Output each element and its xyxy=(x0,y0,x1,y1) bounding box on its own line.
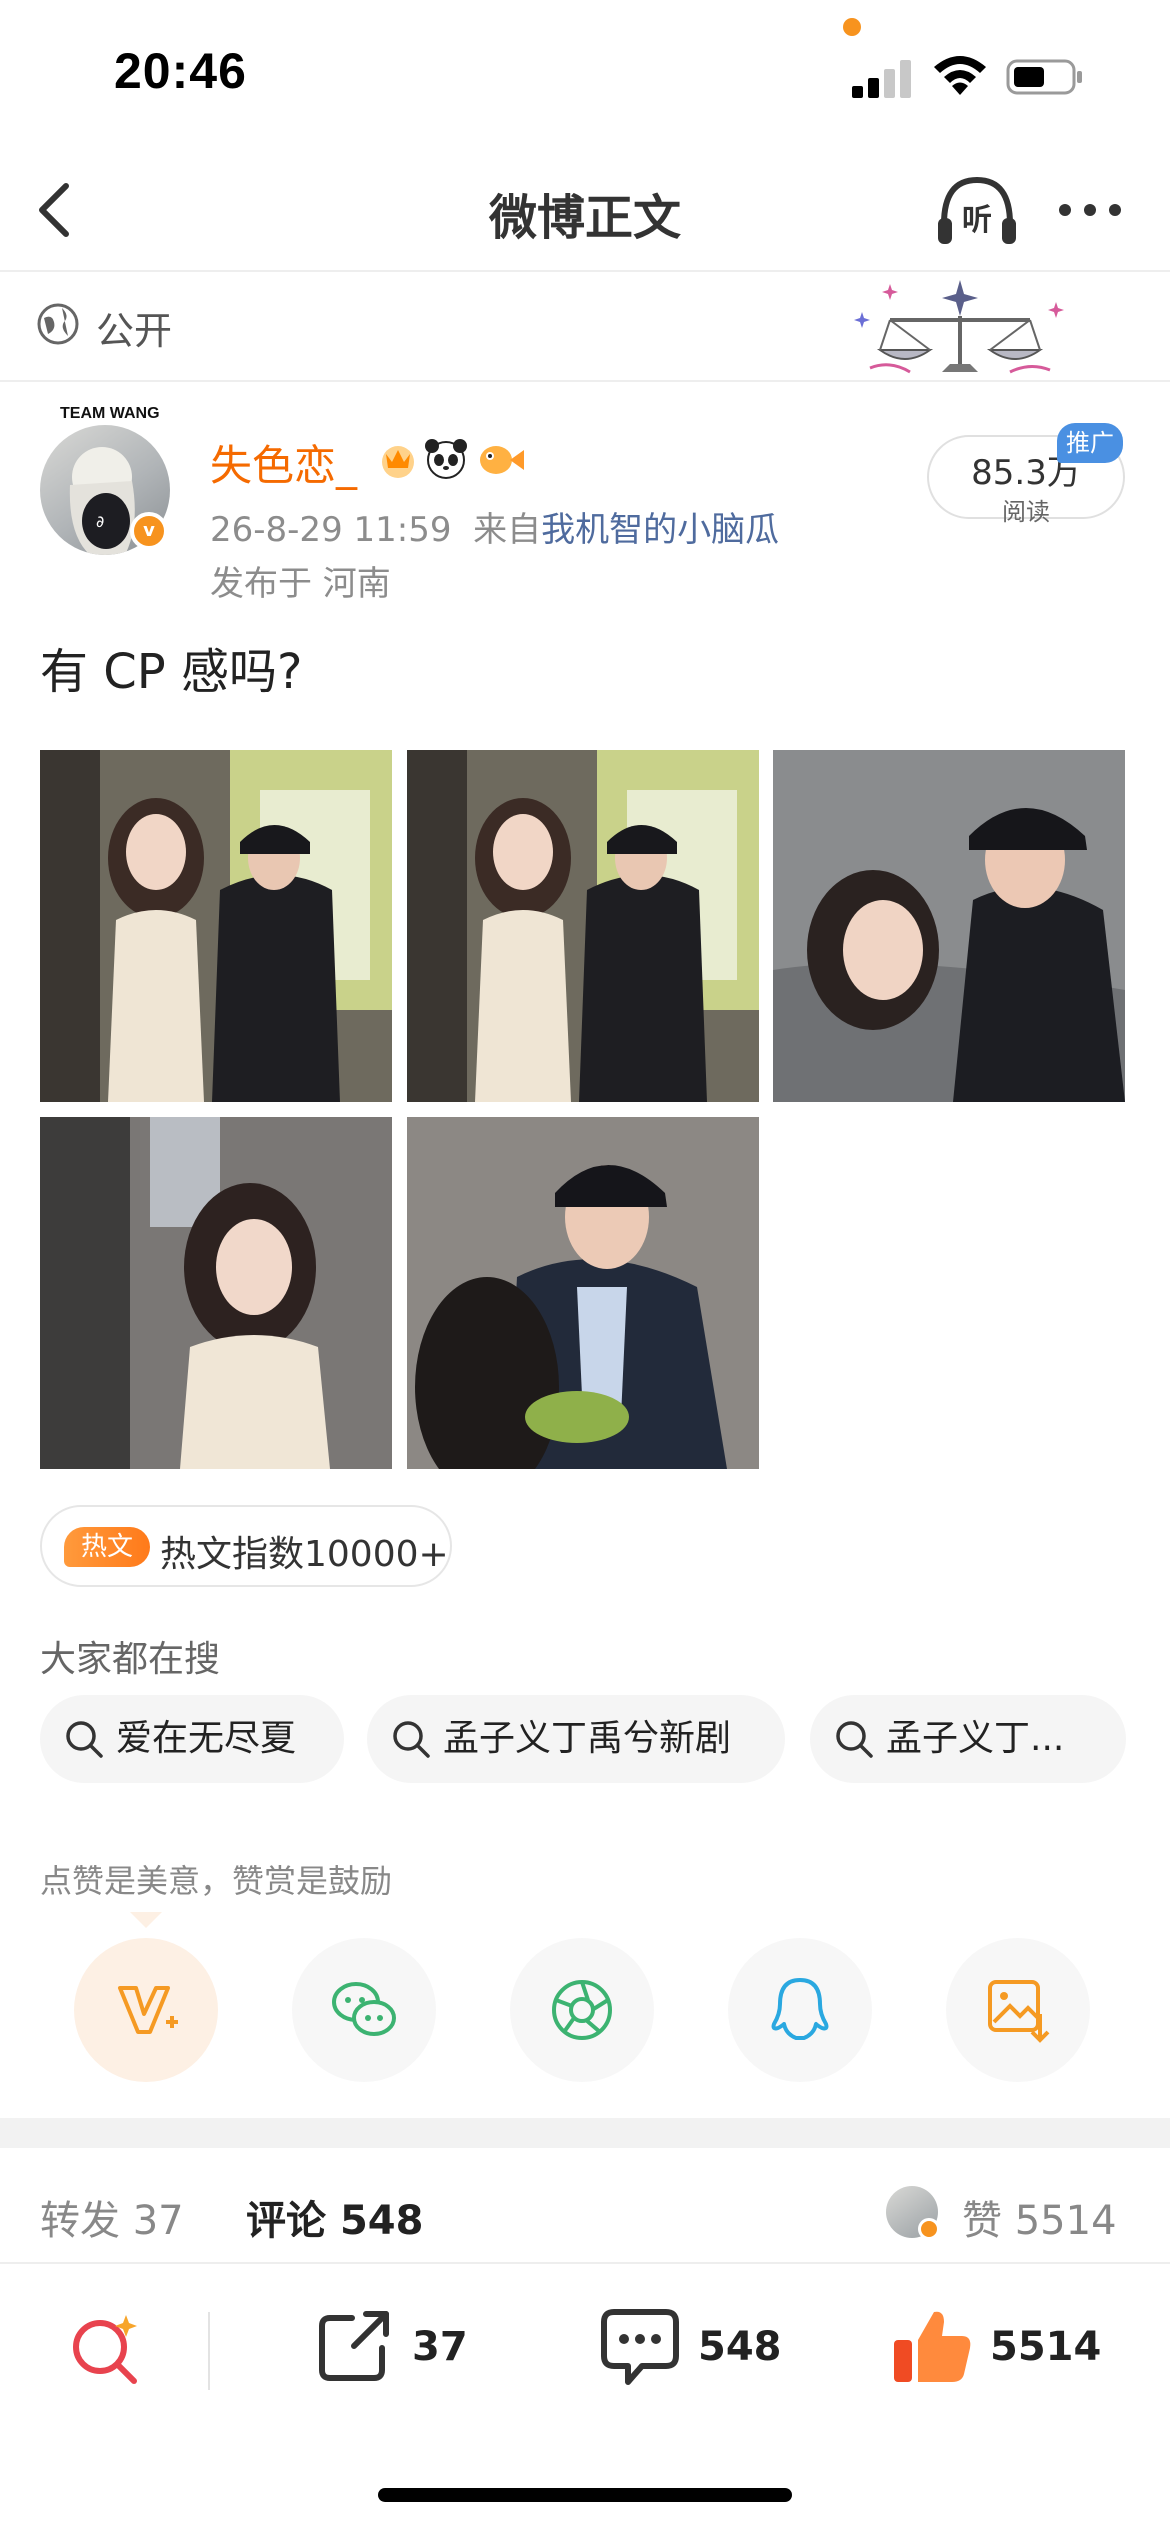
panda-icon xyxy=(425,439,467,479)
home-indicator[interactable] xyxy=(378,2488,792,2502)
repost-icon xyxy=(319,2311,389,2381)
photo-3[interactable] xyxy=(773,750,1125,1102)
liker-verified-badge-icon xyxy=(918,2218,940,2240)
photo-2[interactable] xyxy=(407,750,759,1102)
save-image-button[interactable] xyxy=(946,1938,1090,2082)
search-chip-3[interactable]: 孟子义丁... xyxy=(810,1695,1126,1783)
smart-search-icon[interactable] xyxy=(66,2309,146,2389)
comment-count: 548 xyxy=(698,2324,782,2370)
post-location: 发布于 河南 xyxy=(210,564,391,604)
tab-repost[interactable]: 转发 37 xyxy=(40,2188,184,2246)
qq-icon xyxy=(771,1978,829,2040)
read-count-label: 阅读 xyxy=(1002,498,1050,526)
photo-4[interactable] xyxy=(40,1117,392,1469)
post-source-link[interactable]: 我机智的小脑瓜 xyxy=(541,510,779,550)
comment-icon xyxy=(601,2309,679,2385)
comment-button[interactable]: 548 xyxy=(598,2304,798,2394)
like-count: 5514 xyxy=(990,2324,1102,2370)
interaction-tabs: 转发 37 评论 548 赞 5514 xyxy=(0,2148,1170,2258)
search-chip-label: 爱在无尽夏 xyxy=(116,1718,297,1759)
crown-badge-icon xyxy=(382,446,414,478)
tab-like-count: 5514 xyxy=(1014,2198,1117,2244)
recording-indicator xyxy=(843,18,861,36)
share-moments-button[interactable] xyxy=(510,1938,654,2082)
listen-label: 听 xyxy=(962,203,992,238)
save-image-icon xyxy=(988,1980,1050,2043)
headphones-icon: 听 xyxy=(938,176,1016,244)
listen-button[interactable]: 听 xyxy=(934,172,1020,250)
status-bar: 20:46 xyxy=(0,0,1170,150)
status-time: 20:46 xyxy=(114,43,247,99)
more-options-icon[interactable] xyxy=(1055,190,1125,230)
author-name[interactable]: 失色恋_ xyxy=(210,432,357,493)
author-badges xyxy=(382,439,524,479)
libra-decoration-icon xyxy=(854,280,1064,374)
fish-icon xyxy=(480,446,524,474)
share-wechat-button[interactable] xyxy=(292,1938,436,2082)
source-prefix: 来自 xyxy=(473,510,542,550)
tab-like-label: 赞 xyxy=(962,2198,1002,2244)
avatar-caption: TEAM WANG xyxy=(60,405,160,422)
section-divider xyxy=(0,2118,1170,2148)
reward-prompt: 点赞是美意，赞赏是鼓励 xyxy=(40,1862,393,1900)
hot-index-text: 热文指数10000+ xyxy=(160,1534,449,1575)
search-chip-label: 孟子义丁禹兮新剧 xyxy=(443,1718,732,1759)
post-text: 有 CP 感吗? xyxy=(40,644,303,700)
hot-tag: 热文 xyxy=(64,1527,150,1567)
trending-search-title: 大家都在搜 xyxy=(40,1639,221,1680)
moments-icon xyxy=(552,1980,612,2040)
visibility-bar: 公开 xyxy=(0,272,1170,382)
battery-icon xyxy=(1006,59,1082,95)
tab-comment[interactable]: 评论 548 xyxy=(246,2188,423,2246)
wifi-icon xyxy=(934,56,986,95)
search-icon xyxy=(66,1721,103,1758)
tab-like[interactable]: 赞 5514 xyxy=(962,2188,1117,2246)
share-row xyxy=(0,1918,1170,2088)
cellular-signal-icon xyxy=(852,58,914,98)
photo-5[interactable] xyxy=(407,1117,759,1469)
reward-button[interactable] xyxy=(74,1938,218,2082)
globe-icon xyxy=(37,303,79,345)
hot-index-badge[interactable]: 热文 热文指数10000+ xyxy=(40,1505,452,1587)
wechat-icon xyxy=(332,1982,396,2036)
tab-comment-count: 548 xyxy=(339,2198,424,2244)
search-chip-1[interactable]: 爱在无尽夏 xyxy=(40,1695,344,1783)
like-button[interactable]: 5514 xyxy=(890,2304,1130,2394)
search-chip-2[interactable]: 孟子义丁禹兮新剧 xyxy=(367,1695,785,1783)
nav-bar: 微博正文 听 xyxy=(0,150,1170,272)
visibility-label: 公开 xyxy=(96,309,173,353)
repost-count: 37 xyxy=(412,2324,468,2370)
thumbs-up-icon xyxy=(894,2311,971,2382)
reward-icon xyxy=(118,1986,178,2034)
post-meta: 26-8-29 11:59 来自我机智的小脑瓜 xyxy=(210,502,779,551)
share-qq-button[interactable] xyxy=(728,1938,872,2082)
photo-1[interactable] xyxy=(40,750,392,1102)
search-chip-label: 孟子义丁... xyxy=(886,1718,1065,1759)
repost-button[interactable]: 37 xyxy=(312,2304,482,2394)
search-icon xyxy=(836,1721,873,1758)
tab-repost-count: 37 xyxy=(132,2198,184,2244)
search-icon xyxy=(393,1721,430,1758)
promo-tag[interactable]: 推广 xyxy=(1057,423,1123,463)
post-timestamp: 26-8-29 11:59 xyxy=(210,510,452,550)
tab-comment-label: 评论 xyxy=(246,2198,326,2244)
tab-repost-label: 转发 xyxy=(40,2198,120,2244)
verified-badge-icon: v xyxy=(130,512,168,550)
svg-text:∂: ∂ xyxy=(96,512,104,531)
bottom-bar-separator xyxy=(208,2312,210,2390)
